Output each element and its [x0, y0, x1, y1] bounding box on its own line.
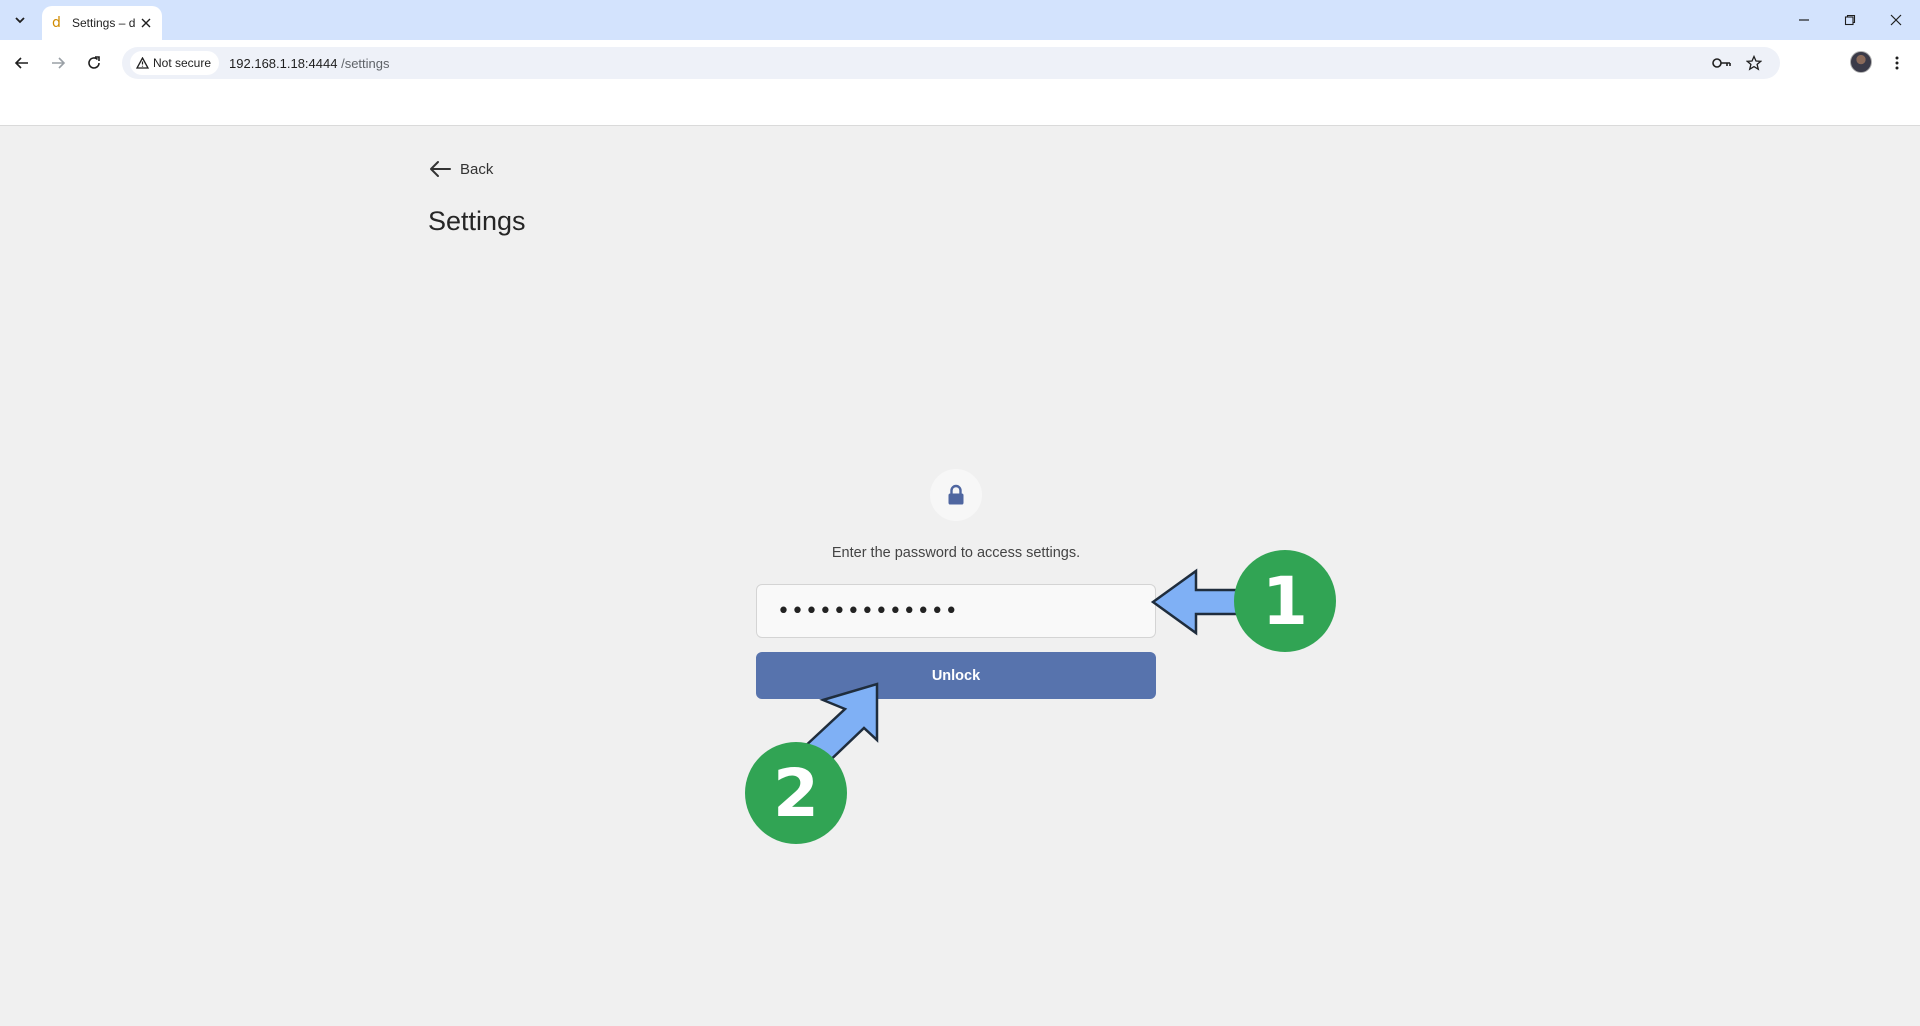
forward-nav-button[interactable]: [45, 50, 71, 76]
browser-menu-button[interactable]: [1887, 50, 1907, 76]
browser-tab-settings[interactable]: d Settings – d: [42, 6, 162, 40]
back-label: Back: [460, 160, 494, 178]
minimize-icon: [1799, 19, 1809, 21]
password-prompt: Enter the password to access settings.: [831, 545, 1081, 561]
restore-icon: [1844, 14, 1856, 26]
minimize-button[interactable]: [1786, 6, 1822, 34]
warning-icon: [136, 57, 149, 69]
lock-badge: [930, 469, 982, 521]
close-icon: [1890, 14, 1902, 26]
close-icon: [141, 18, 151, 28]
url-path: /settings: [337, 55, 390, 71]
url-host: 192.168.1.18:4444: [229, 55, 338, 71]
security-indicator[interactable]: Not secure: [130, 51, 220, 75]
back-link[interactable]: Back: [428, 160, 493, 178]
profile-avatar[interactable]: [1850, 51, 1872, 73]
close-window-button[interactable]: [1878, 6, 1914, 34]
arrow-right-icon: [52, 57, 66, 69]
bookmark-button[interactable]: [1744, 54, 1764, 72]
step-2-badge: 2: [745, 742, 847, 844]
tab-close-button[interactable]: [138, 15, 154, 31]
key-icon: [1712, 58, 1731, 68]
security-label: Not secure: [153, 56, 212, 70]
chevron-down-icon: [15, 17, 25, 24]
arrow-left-icon: [14, 57, 28, 69]
restore-button[interactable]: [1832, 6, 1868, 34]
arrow-1-icon: [1150, 568, 1240, 636]
arrow-left-icon: [430, 161, 451, 177]
password-input[interactable]: [756, 584, 1156, 638]
site-favicon-icon: d: [52, 15, 61, 31]
address-bar[interactable]: Not secure 192.168.1.18:4444 /settings: [122, 47, 1780, 79]
more-vertical-icon: [1895, 56, 1899, 70]
step-1-badge: 1: [1234, 550, 1336, 652]
back-nav-button[interactable]: [9, 50, 35, 76]
star-icon: [1746, 55, 1762, 71]
password-key-button[interactable]: [1712, 54, 1732, 72]
reload-icon: [88, 56, 100, 69]
reload-button[interactable]: [81, 50, 107, 76]
page-title: Settings: [428, 206, 526, 236]
browser-toolbar: Not secure 192.168.1.18:4444 /settings: [0, 40, 1920, 126]
lock-icon: [948, 484, 964, 505]
url-text[interactable]: 192.168.1.18:4444 /settings: [229, 56, 389, 71]
tab-search-button[interactable]: [7, 8, 33, 32]
tab-strip: d Settings – d: [0, 0, 1920, 40]
unlock-button[interactable]: Unlock: [756, 652, 1156, 699]
tab-title: Settings – d: [72, 16, 136, 30]
